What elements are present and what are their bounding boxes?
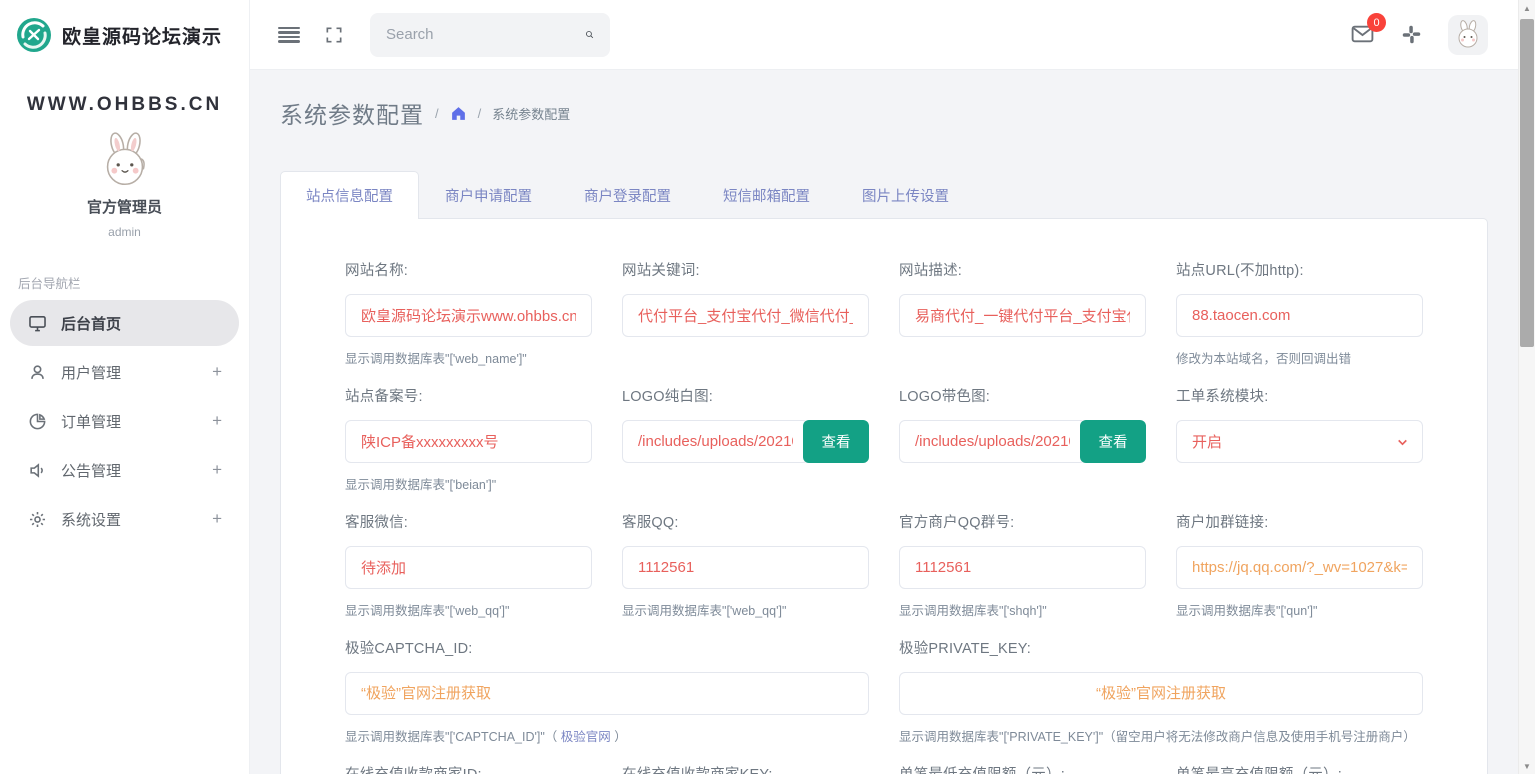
field-keywords: 网站关键词: [622, 259, 869, 367]
content: 系统参数配置 / / 系统参数配置 站点信息配置 商户申请配置 商户登录配置 短… [250, 70, 1518, 774]
menu-toggle-icon[interactable] [278, 27, 300, 43]
home-icon[interactable] [450, 105, 467, 122]
profile-avatar-button[interactable] [1448, 15, 1488, 55]
user-role: admin [0, 225, 249, 239]
field-logo-white: LOGO纯白图: 查看 [622, 385, 869, 493]
scroll-down-icon[interactable]: ▼ [1519, 758, 1535, 774]
logo-color-input[interactable] [899, 420, 1086, 463]
sidebar-item-label: 订单管理 [61, 411, 121, 432]
beian-input[interactable] [345, 420, 592, 463]
pie-chart-icon [27, 411, 47, 431]
private-key-input[interactable] [899, 672, 1423, 715]
user-avatar [94, 130, 156, 192]
sidebar-item-users[interactable]: 用户管理 + [10, 349, 239, 395]
expand-plus-icon[interactable]: + [212, 460, 222, 480]
sidebar-item-label: 系统设置 [61, 509, 121, 530]
sidebar-item-label: 后台首页 [61, 313, 121, 334]
field-pay-id: 在线充值收款商家ID: [345, 763, 592, 774]
captcha-id-input[interactable] [345, 672, 869, 715]
brand-name: 欧皇源码论坛演示 [62, 22, 222, 49]
view-logo-color-button[interactable]: 查看 [1080, 420, 1146, 463]
mail-button[interactable]: 0 [1350, 22, 1375, 47]
main-area: 0 系统参数配 [250, 0, 1518, 774]
mail-badge: 0 [1367, 13, 1386, 32]
field-pay-key: 在线充值收款商家KEY: [622, 763, 869, 774]
field-qq-group: 官方商户QQ群号: 显示调用数据库表"['shqh']" [899, 511, 1146, 619]
group-link-input[interactable] [1176, 546, 1423, 589]
field-beian: 站点备案号: 显示调用数据库表"['beian']" [345, 385, 592, 493]
vertical-scrollbar[interactable]: ▲ ▼ [1518, 0, 1535, 774]
expand-plus-icon[interactable]: + [212, 509, 222, 529]
apps-button[interactable] [1401, 24, 1422, 45]
search-icon[interactable] [585, 25, 594, 44]
logo-white-input[interactable] [622, 420, 809, 463]
field-description: 网站描述: [899, 259, 1146, 367]
view-logo-white-button[interactable]: 查看 [803, 420, 869, 463]
apps-grid-icon [1401, 24, 1422, 45]
chevron-down-icon [1396, 435, 1409, 448]
web-name-input[interactable] [345, 294, 592, 337]
scrollbar-thumb[interactable] [1520, 19, 1534, 347]
search-box [370, 13, 610, 57]
search-input[interactable] [386, 26, 585, 43]
speaker-icon [27, 460, 47, 480]
field-captcha-id: 极验CAPTCHA_ID: 显示调用数据库表"['CAPTCHA_ID']"（ … [345, 637, 869, 745]
topbar: 0 [250, 0, 1518, 70]
config-form: 网站名称: 显示调用数据库表"['web_name']" 网站关键词: 网站描述… [345, 259, 1423, 774]
keywords-input[interactable] [622, 294, 869, 337]
wechat-input[interactable] [345, 546, 592, 589]
nav-section-label: 后台导航栏 [18, 273, 249, 292]
breadcrumb: 系统参数配置 / / 系统参数配置 [280, 96, 1488, 130]
tab-merchant-login[interactable]: 商户登录配置 [558, 171, 697, 219]
field-web-name: 网站名称: 显示调用数据库表"['web_name']" [345, 259, 592, 367]
field-max-recharge: 单笔最高充值限额（元）: [1176, 763, 1423, 774]
brand-logo-icon [16, 17, 52, 53]
tab-image-upload[interactable]: 图片上传设置 [836, 171, 975, 219]
field-qq: 客服QQ: 显示调用数据库表"['web_qq']" [622, 511, 869, 619]
avatar [1452, 19, 1484, 51]
monitor-icon [27, 313, 47, 333]
tab-site-info[interactable]: 站点信息配置 [280, 171, 419, 219]
tab-panel-site-info: 网站名称: 显示调用数据库表"['web_name']" 网站关键词: 网站描述… [280, 218, 1488, 774]
field-private-key: 极验PRIVATE_KEY: 显示调用数据库表"['PRIVATE_KEY']"… [899, 637, 1423, 745]
description-input[interactable] [899, 294, 1146, 337]
sidebar-item-label: 用户管理 [61, 362, 121, 383]
sidebar-item-dashboard[interactable]: 后台首页 [10, 300, 239, 346]
sidebar: 欧皇源码论坛演示 WWW.OHBBS.CN 官方管理员 admin 后台导航栏 … [0, 0, 250, 774]
sidebar-item-orders[interactable]: 订单管理 + [10, 398, 239, 444]
qq-group-input[interactable] [899, 546, 1146, 589]
page-title: 系统参数配置 [280, 96, 424, 130]
user-name: 官方管理员 [0, 196, 249, 217]
sidebar-item-settings[interactable]: 系统设置 + [10, 496, 239, 542]
site-name: WWW.OHBBS.CN [0, 94, 249, 116]
sidebar-item-announcements[interactable]: 公告管理 + [10, 447, 239, 493]
settings-card: 站点信息配置 商户申请配置 商户登录配置 短信邮箱配置 图片上传设置 网站名称:… [280, 170, 1488, 774]
tab-bar: 站点信息配置 商户申请配置 商户登录配置 短信邮箱配置 图片上传设置 [280, 170, 1488, 218]
qq-input[interactable] [622, 546, 869, 589]
sidebar-item-label: 公告管理 [61, 460, 121, 481]
breadcrumb-current: 系统参数配置 [492, 104, 570, 123]
field-group-link: 商户加群链接: 显示调用数据库表"['qun']" [1176, 511, 1423, 619]
field-ticket-module: 工单系统模块: 开启 [1176, 385, 1423, 493]
expand-plus-icon[interactable]: + [212, 411, 222, 431]
tab-sms-email[interactable]: 短信邮箱配置 [697, 171, 836, 219]
scroll-up-icon[interactable]: ▲ [1519, 0, 1535, 16]
gear-icon [27, 509, 47, 529]
tab-merchant-apply[interactable]: 商户申请配置 [419, 171, 558, 219]
site-url-input[interactable] [1176, 294, 1423, 337]
ticket-module-select[interactable]: 开启 [1176, 420, 1423, 463]
field-wechat: 客服微信: 显示调用数据库表"['web_qq']" [345, 511, 592, 619]
brand[interactable]: 欧皇源码论坛演示 [0, 0, 249, 70]
user-icon [27, 362, 47, 382]
geetest-site-link[interactable]: 极验官网 [561, 730, 611, 744]
expand-plus-icon[interactable]: + [212, 362, 222, 382]
field-min-recharge: 单笔最低充值限额（元）: [899, 763, 1146, 774]
fullscreen-icon[interactable] [324, 25, 344, 45]
field-site-url: 站点URL(不加http): 修改为本站域名，否则回调出错 [1176, 259, 1423, 367]
field-logo-color: LOGO带色图: 查看 [899, 385, 1146, 493]
